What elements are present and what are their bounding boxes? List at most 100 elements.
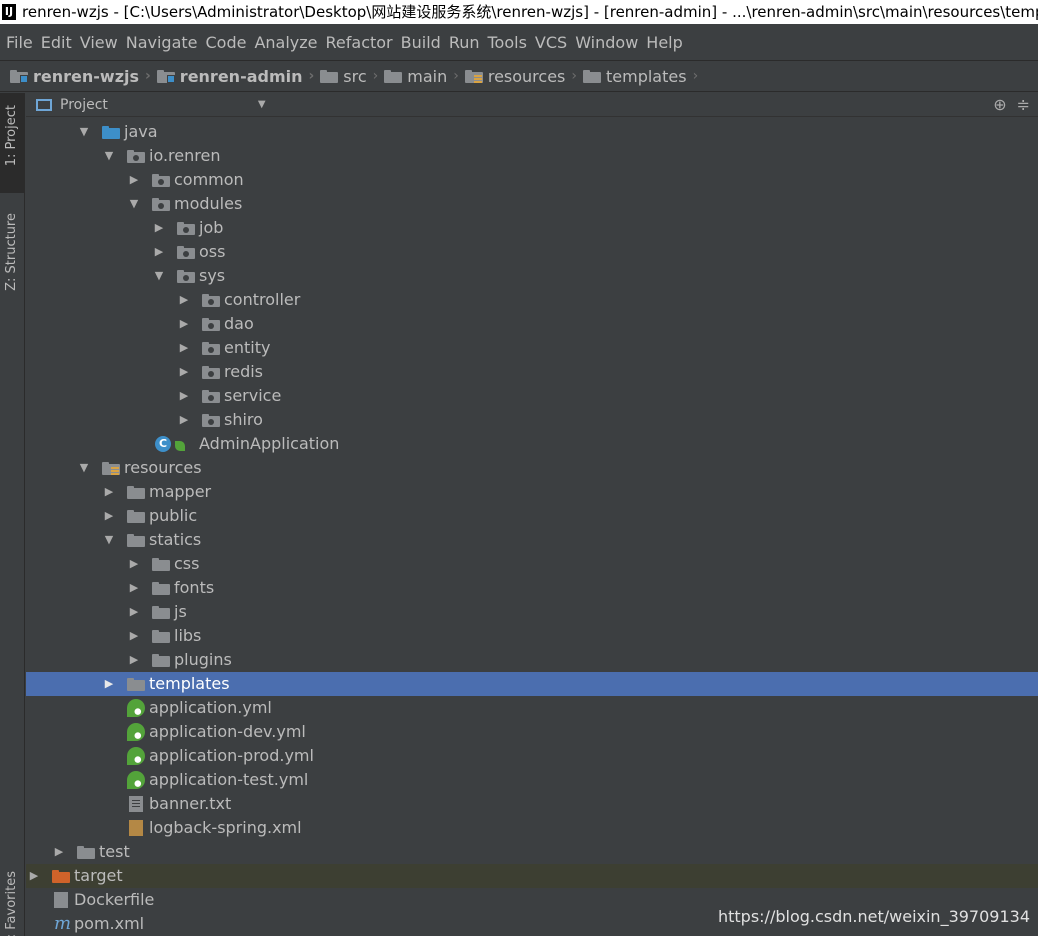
chevron-right-icon: › — [571, 68, 577, 84]
menu-refactor[interactable]: Refactor — [326, 28, 393, 58]
chevron-right-icon[interactable]: ▶ — [53, 840, 65, 864]
tab-structure[interactable]: Z: Structure — [0, 203, 25, 313]
chevron-right-icon[interactable]: ▶ — [128, 168, 140, 192]
menu-tools[interactable]: Tools — [488, 28, 527, 58]
tree-item-public[interactable]: ▶ public — [26, 504, 1038, 528]
chevron-down-icon[interactable]: ▼ — [78, 456, 90, 480]
project-tree[interactable]: ▼ java ▼ io.renren ▶ common ▼ modules ▶ job ▶ oss ▼ s… — [26, 118, 1038, 936]
chevron-right-icon[interactable]: ▶ — [153, 216, 165, 240]
chevron-right-icon[interactable]: ▶ — [103, 672, 115, 696]
tree-item-test[interactable]: ▶ test — [26, 840, 1038, 864]
breadcrumb-label: resources — [487, 66, 566, 86]
tree-item-label: Dockerfile — [74, 890, 155, 909]
target-icon[interactable]: ⊕ — [993, 95, 1006, 114]
chevron-right-icon[interactable]: ▶ — [128, 576, 140, 600]
tree-item-resources[interactable]: ▼ resources — [26, 456, 1038, 480]
breadcrumb-item-module[interactable]: renren-admin › — [156, 67, 314, 86]
chevron-down-icon[interactable]: ▼ — [78, 120, 90, 144]
chevron-down-icon[interactable]: ▼ — [153, 264, 165, 288]
tree-item-banner-txt[interactable]: banner.txt — [26, 792, 1038, 816]
tree-item-redis[interactable]: ▶ redis — [26, 360, 1038, 384]
chevron-right-icon[interactable]: ▶ — [128, 648, 140, 672]
tree-item-label: AdminApplication — [199, 434, 340, 453]
breadcrumb-label: renren-wzjs — [33, 66, 140, 86]
caret-down-icon[interactable]: ▼ — [258, 99, 266, 110]
tree-item-label: sys — [199, 266, 226, 285]
tree-item-modules[interactable]: ▼ modules — [26, 192, 1038, 216]
breadcrumb-item-project[interactable]: renren-wzjs › — [10, 67, 151, 86]
menu-navigate[interactable]: Navigate — [126, 28, 198, 58]
menu-help[interactable]: Help — [646, 28, 682, 58]
tree-item-mapper[interactable]: ▶ mapper — [26, 480, 1038, 504]
chevron-right-icon[interactable]: ▶ — [153, 240, 165, 264]
tree-item-adminapplication[interactable]: C AdminApplication — [26, 432, 1038, 456]
tree-item-libs[interactable]: ▶ libs — [26, 624, 1038, 648]
menu-window[interactable]: Window — [575, 28, 638, 58]
chevron-down-icon[interactable]: ▼ — [103, 144, 115, 168]
tree-item-plugins[interactable]: ▶ plugins — [26, 648, 1038, 672]
resources-folder-icon — [464, 69, 483, 83]
tree-item-js[interactable]: ▶ js — [26, 600, 1038, 624]
chevron-right-icon[interactable]: ▶ — [178, 312, 190, 336]
tree-item-application-yml[interactable]: application.yml — [26, 696, 1038, 720]
chevron-down-icon[interactable]: ▼ — [128, 192, 140, 216]
chevron-right-icon: › — [372, 68, 379, 84]
folder-icon — [152, 558, 170, 571]
tree-item-java[interactable]: ▼ java — [26, 120, 1038, 144]
tab-favorites[interactable]: 2: Favorites — [0, 863, 25, 936]
tree-item-common[interactable]: ▶ common — [26, 168, 1038, 192]
tree-item-shiro[interactable]: ▶ shiro — [26, 408, 1038, 432]
breadcrumb-label: templates — [606, 66, 687, 86]
tab-project[interactable]: 1: Project — [0, 93, 25, 193]
breadcrumb-item-src[interactable]: src › — [320, 67, 378, 86]
tree-item-io-renren[interactable]: ▼ io.renren — [26, 144, 1038, 168]
menu-build[interactable]: Build — [401, 28, 441, 58]
tree-item-application-dev-yml[interactable]: application-dev.yml — [26, 720, 1038, 744]
tree-item-oss[interactable]: ▶ oss — [26, 240, 1038, 264]
tree-item-application-test-yml[interactable]: application-test.yml — [26, 768, 1038, 792]
menu-code[interactable]: Code — [206, 28, 247, 58]
tree-item-sys[interactable]: ▼ sys — [26, 264, 1038, 288]
tree-item-logback-spring-xml[interactable]: logback-spring.xml — [26, 816, 1038, 840]
chevron-right-icon[interactable]: ▶ — [128, 624, 140, 648]
menu-vcs[interactable]: VCS — [535, 28, 567, 58]
menu-run[interactable]: Run — [449, 28, 480, 58]
tree-item-label: java — [124, 122, 158, 141]
tree-item-job[interactable]: ▶ job — [26, 216, 1038, 240]
chevron-right-icon[interactable]: ▶ — [178, 408, 190, 432]
chevron-right-icon[interactable]: ▶ — [28, 864, 40, 888]
tree-item-service[interactable]: ▶ service — [26, 384, 1038, 408]
chevron-right-icon[interactable]: ▶ — [178, 384, 190, 408]
chevron-right-icon[interactable]: ▶ — [178, 288, 190, 312]
project-view-icon — [36, 98, 52, 111]
breadcrumb-item-resources[interactable]: resources › — [464, 66, 577, 86]
menu-analyze[interactable]: Analyze — [254, 28, 317, 58]
menu-file[interactable]: File — [6, 28, 33, 58]
chevron-right-icon[interactable]: ▶ — [103, 480, 115, 504]
chevron-right-icon[interactable]: ▶ — [178, 336, 190, 360]
menu-bar: File Edit View Navigate Code Analyze Ref… — [0, 28, 1038, 58]
tree-item-target[interactable]: ▶ target — [26, 864, 1038, 888]
chevron-right-icon[interactable]: ▶ — [128, 552, 140, 576]
tree-item-templates[interactable]: ▶ templates — [26, 672, 1038, 696]
tree-item-label: pom.xml — [74, 914, 145, 933]
chevron-right-icon[interactable]: ▶ — [128, 600, 140, 624]
panel-title[interactable]: Project — [60, 97, 108, 113]
tree-item-entity[interactable]: ▶ entity — [26, 336, 1038, 360]
tree-item-controller[interactable]: ▶ controller — [26, 288, 1038, 312]
breadcrumb-item-templates[interactable]: templates › — [583, 67, 698, 86]
tree-item-application-prod-yml[interactable]: application-prod.yml — [26, 744, 1038, 768]
menu-edit[interactable]: Edit — [41, 28, 72, 58]
tree-item-dao[interactable]: ▶ dao — [26, 312, 1038, 336]
tree-item-css[interactable]: ▶ css — [26, 552, 1038, 576]
chevron-down-icon[interactable]: ▼ — [103, 528, 115, 552]
menu-view[interactable]: View — [80, 28, 118, 58]
tree-item-statics[interactable]: ▼ statics — [26, 528, 1038, 552]
breadcrumb-item-main[interactable]: main › — [384, 67, 459, 86]
tree-item-label: application-test.yml — [149, 770, 309, 789]
tree-item-fonts[interactable]: ▶ fonts — [26, 576, 1038, 600]
chevron-right-icon[interactable]: ▶ — [103, 504, 115, 528]
folder-icon — [583, 69, 601, 83]
chevron-right-icon[interactable]: ▶ — [178, 360, 190, 384]
collapse-all-icon[interactable]: ≑ — [1017, 95, 1030, 114]
